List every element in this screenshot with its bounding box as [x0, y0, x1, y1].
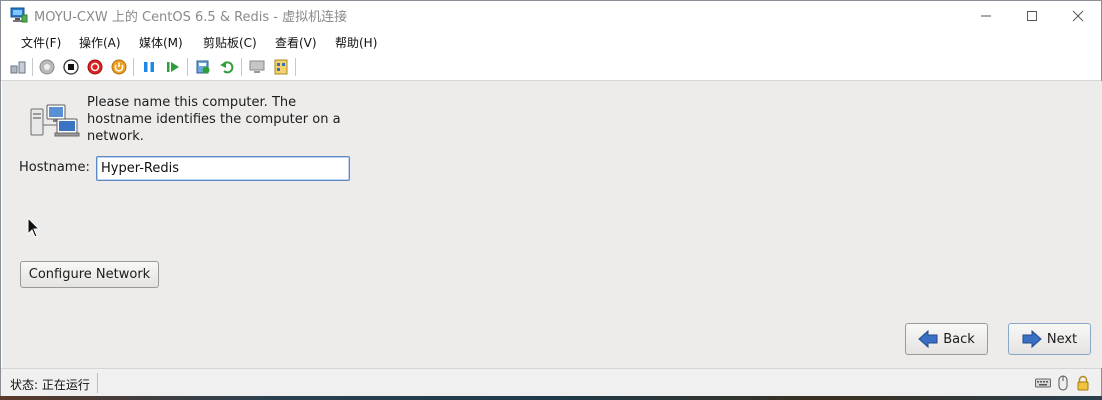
menu-file[interactable]: 文件(F) [21, 34, 61, 51]
minimize-icon [981, 15, 991, 16]
toolbar [1, 53, 1101, 81]
menu-view[interactable]: 查看(V) [275, 34, 317, 51]
hostname-prompt: Please name this computer. The hostname … [87, 95, 341, 144]
share-icon [274, 59, 288, 75]
status-text: 状态: 正在运行 [10, 378, 90, 392]
title-bar[interactable]: MOYU-CXW 上的 CentOS 6.5 & Redis - 虚拟机连接 [1, 1, 1101, 30]
share-button[interactable] [272, 58, 290, 76]
maximize-icon [1027, 10, 1037, 21]
menu-media[interactable]: 媒体(M) [139, 34, 183, 51]
lock-icon [1077, 375, 1089, 391]
menu-bar: 文件(F) 操作(A) 媒体(M) 剪贴板(C) 查看(V) 帮助(H) [1, 30, 1101, 53]
mouse-icon [1058, 375, 1068, 391]
vm-connection-window: MOYU-CXW 上的 CentOS 6.5 & Redis - 虚拟机连接 文… [0, 0, 1102, 396]
start-button[interactable] [38, 58, 56, 76]
pause-button[interactable] [140, 58, 158, 76]
configure-network-button[interactable]: Configure Network [20, 261, 159, 288]
window-title: MOYU-CXW 上的 CentOS 6.5 & Redis - 虚拟机连接 [34, 10, 348, 25]
desktop-background [0, 396, 1102, 400]
status-bar: 状态: 正在运行 [1, 368, 1101, 396]
menu-help[interactable]: 帮助(H) [335, 34, 377, 51]
close-button[interactable] [1055, 1, 1101, 30]
maximize-button[interactable] [1009, 1, 1055, 30]
hostname-input[interactable] [96, 156, 350, 181]
arrow-left-icon [918, 330, 938, 348]
shut-down-button[interactable] [86, 58, 104, 76]
resume-button[interactable] [164, 58, 182, 76]
close-icon [1072, 10, 1084, 21]
hostname-label: Hostname: [19, 160, 90, 175]
back-label: Back [943, 331, 975, 347]
mouse-pointer-icon [27, 217, 41, 238]
revert-icon [220, 61, 234, 74]
enhanced-session-icon [249, 60, 265, 73]
minimize-button[interactable] [963, 1, 1009, 30]
enhanced-session-button[interactable] [248, 58, 266, 76]
shut-down-icon [87, 59, 103, 75]
back-button[interactable]: Back [905, 323, 988, 355]
next-label: Next [1046, 331, 1078, 347]
pause-icon [144, 62, 154, 72]
network-computers-icon [30, 104, 80, 137]
guest-display[interactable]: Please name this computer. The hostname … [2, 81, 1102, 368]
resume-icon [167, 62, 179, 72]
turn-off-button[interactable] [62, 58, 80, 76]
power-icon [111, 59, 127, 75]
vm-connection-app-icon [10, 7, 28, 23]
revert-button[interactable] [218, 58, 236, 76]
configure-network-label: Configure Network [28, 267, 151, 282]
menu-clipboard[interactable]: 剪贴板(C) [203, 34, 257, 51]
checkpoint-icon [196, 60, 210, 74]
ctrl-alt-del-button[interactable] [9, 58, 27, 76]
save-state-button[interactable] [110, 58, 128, 76]
keyboard-icon [1035, 378, 1051, 388]
start-icon [39, 59, 55, 75]
arrow-right-icon [1022, 330, 1042, 348]
menu-action[interactable]: 操作(A) [79, 34, 121, 51]
ctrl-alt-del-icon [10, 61, 26, 74]
checkpoint-button[interactable] [194, 58, 212, 76]
status-divider [97, 373, 98, 393]
next-button[interactable]: Next [1008, 323, 1091, 355]
turn-off-icon [63, 59, 79, 75]
